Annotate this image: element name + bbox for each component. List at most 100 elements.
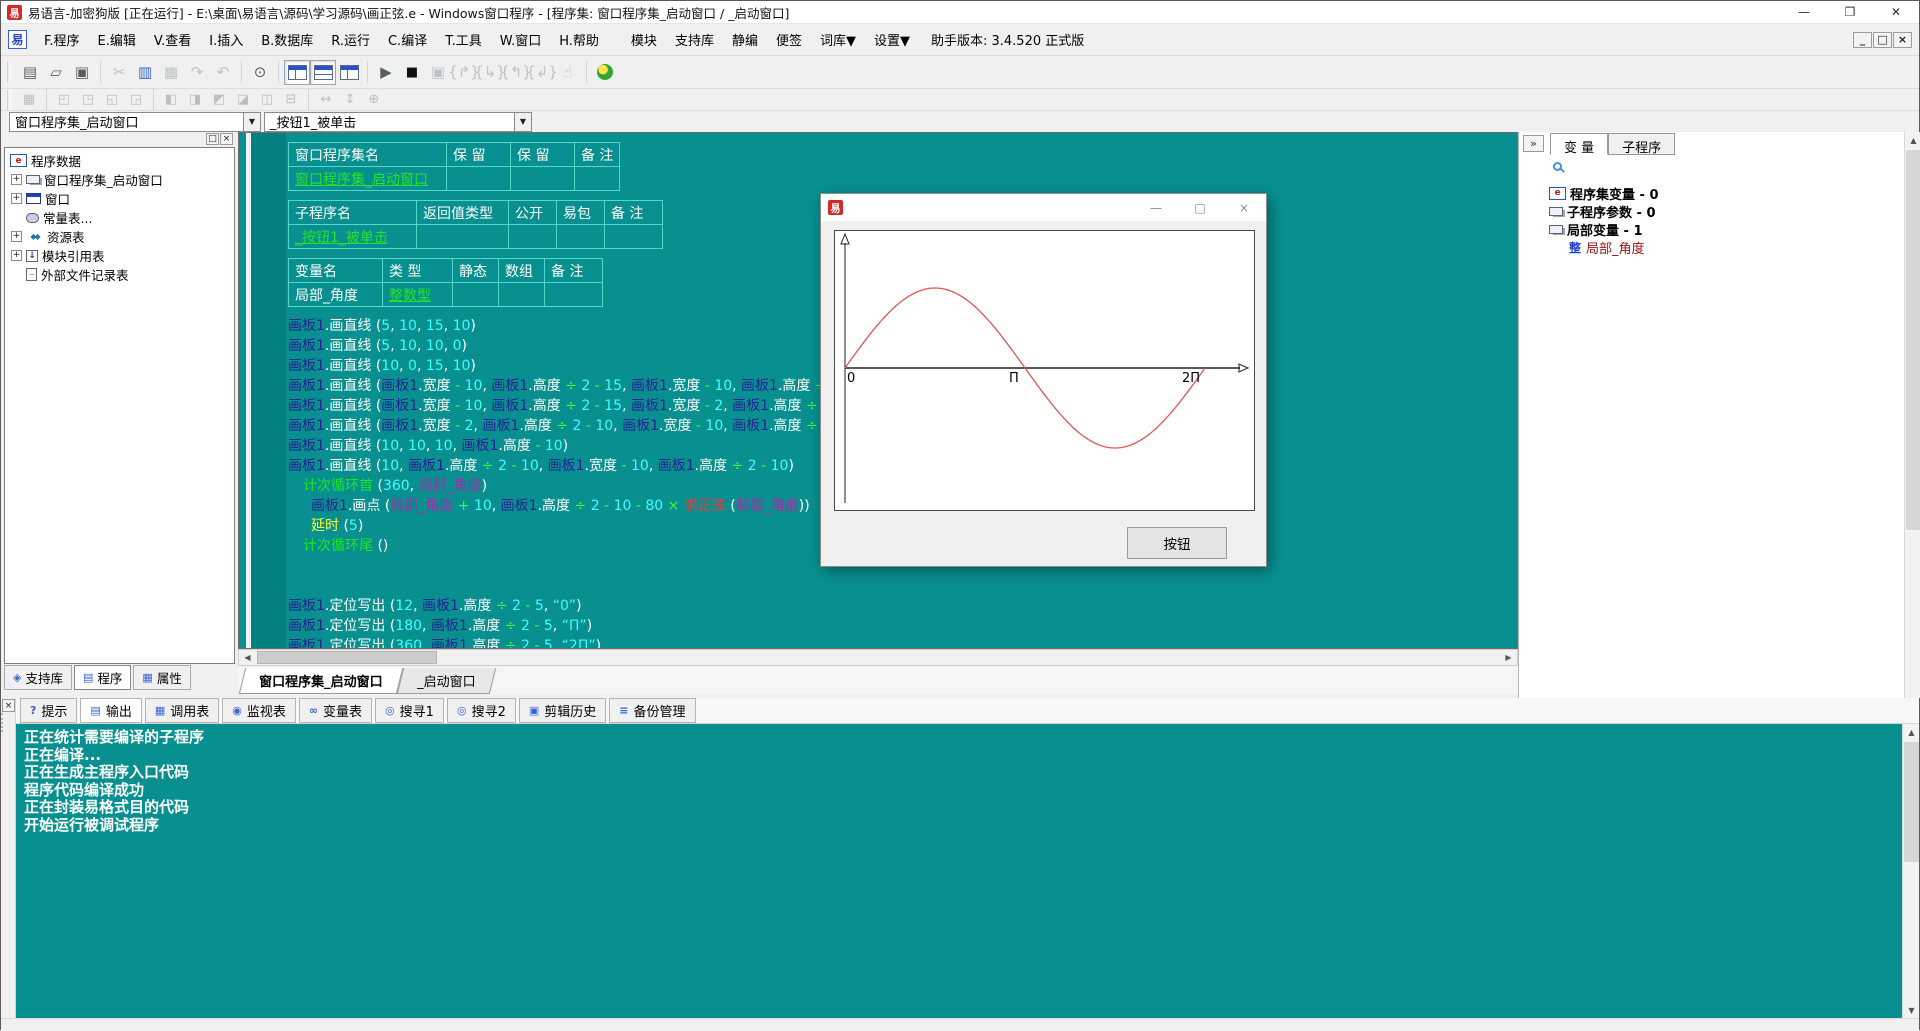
editor-horizontal-scrollbar[interactable]: ◀ ▶ <box>238 649 1518 666</box>
layout-left-panel-icon[interactable] <box>284 60 310 85</box>
scroll-down-icon[interactable]: ▼ <box>1903 1002 1920 1018</box>
panel-close-button[interactable]: × <box>220 133 233 145</box>
menu-item[interactable]: W.窗口 <box>491 26 551 53</box>
expander-icon[interactable]: + <box>11 193 22 204</box>
table-cell[interactable] <box>417 225 509 249</box>
scrollbar-thumb[interactable] <box>257 651 437 664</box>
drag-handle[interactable] <box>1 713 3 732</box>
file-tab[interactable]: 窗口程序集_启动窗口 <box>239 668 403 694</box>
panel-float-button[interactable]: □ <box>206 133 219 145</box>
panel-tab[interactable]: 子程序 <box>1608 133 1675 155</box>
table-cell[interactable]: 局部_角度 <box>289 283 383 307</box>
copy-icon[interactable]: ▥ <box>132 60 158 85</box>
left-tab[interactable]: ◈支持库 <box>4 665 72 690</box>
bottom-tab[interactable]: ◎搜寻2 <box>447 698 516 723</box>
scroll-right-icon[interactable]: ▶ <box>1500 650 1517 665</box>
output-scrollbar[interactable]: ▲ ▼ <box>1902 724 1919 1018</box>
scrollbar-thumb[interactable] <box>1906 150 1920 530</box>
center-horizontal-icon[interactable]: ◧ <box>159 90 183 109</box>
run-window[interactable]: 易 — □ × 0 Π 2Π 按钮 <box>820 193 1267 567</box>
cut-icon[interactable]: ✂ <box>106 60 132 85</box>
toolbar-grip[interactable] <box>7 90 11 110</box>
table-cell[interactable] <box>545 283 603 307</box>
new-file-icon[interactable]: ▤ <box>17 60 43 85</box>
open-file-icon[interactable]: ▱ <box>43 60 69 85</box>
debug-window-icon[interactable]: ▣ <box>425 60 451 85</box>
tree-item[interactable]: +窗口 <box>5 189 234 208</box>
left-tab[interactable]: ▦属性 <box>133 665 190 690</box>
paste-icon[interactable]: ▦ <box>158 60 184 85</box>
chevron-down-icon[interactable]: ▼ <box>243 113 260 131</box>
variable-tree-item[interactable]: 整局部_角度 <box>1549 238 1899 256</box>
align-left-icon[interactable]: ◰ <box>52 90 76 109</box>
run-icon[interactable]: ▶ <box>373 60 399 85</box>
menu-item[interactable]: R.运行 <box>322 26 379 53</box>
fit-height-icon[interactable]: ↕ <box>338 90 362 109</box>
menu-item[interactable]: C.编译 <box>379 26 436 53</box>
table-cell[interactable] <box>509 225 557 249</box>
mdi-minimize-button[interactable]: _ <box>1853 32 1872 48</box>
space-evenly-h-icon[interactable]: ◩ <box>207 90 231 109</box>
make-same-height-icon[interactable]: ⊟ <box>279 90 303 109</box>
bottom-tab[interactable]: ∞变量表 <box>299 698 372 723</box>
mdi-restore-button[interactable]: □ <box>1873 32 1892 48</box>
expander-icon[interactable]: + <box>11 250 22 261</box>
bottom-tab[interactable]: ▦调用表 <box>145 698 219 723</box>
file-tab[interactable]: _启动窗口 <box>396 668 495 694</box>
tree-item[interactable]: 常量表... <box>5 208 234 227</box>
menu-item[interactable]: 设置▼ <box>865 26 919 53</box>
bottom-tab[interactable]: ▤输出 <box>80 698 141 723</box>
menu-item[interactable]: T.工具 <box>436 26 491 53</box>
table-cell[interactable]: 整数型 <box>383 283 453 307</box>
variable-tree-item[interactable]: 程序集变量 - 0 <box>1549 184 1899 202</box>
menu-item[interactable]: F.程序 <box>35 26 89 53</box>
assistant-icon[interactable] <box>592 60 618 85</box>
scroll-up-icon[interactable]: ▲ <box>1905 132 1920 148</box>
table-cell[interactable] <box>605 225 663 249</box>
tree-item-program-data[interactable]: 程序数据 <box>5 151 234 170</box>
variable-tree-item[interactable]: 局部变量 - 1 <box>1549 220 1899 238</box>
table-cell[interactable]: 窗口程序集_启动窗口 <box>289 167 447 191</box>
code-line[interactable]: ↓+»画板1.定位写出 (360, 画板1.高度 ÷ 2 - 5, “2Π”) <box>288 636 1517 648</box>
step-into-icon[interactable]: {↳} <box>477 60 503 85</box>
minimize-button[interactable]: — <box>1134 194 1178 221</box>
panel-tab[interactable]: 变 量 <box>1550 133 1608 155</box>
menu-item[interactable]: 便签 <box>767 26 811 53</box>
center-vertical-icon[interactable]: ◨ <box>183 90 207 109</box>
table-cell[interactable] <box>557 225 605 249</box>
align-top-icon[interactable]: ◱ <box>100 90 124 109</box>
fit-size-icon[interactable]: ⊕ <box>362 90 386 109</box>
bottom-tab[interactable]: ≡备份管理 <box>609 698 695 723</box>
chevron-down-icon[interactable]: ▼ <box>514 113 531 131</box>
menu-item[interactable]: 词库▼ <box>811 26 865 53</box>
redo-icon[interactable]: ↷ <box>184 60 210 85</box>
variables-scrollbar[interactable]: ▲ <box>1904 132 1920 698</box>
maximize-button[interactable]: □ <box>1178 194 1222 221</box>
table-cell[interactable] <box>453 283 499 307</box>
menu-item[interactable]: 静编 <box>723 26 767 53</box>
step-over-icon[interactable]: {↱} <box>451 60 477 85</box>
bottom-tab[interactable]: ▣剪辑历史 <box>519 698 606 723</box>
menu-item[interactable]: 模块 <box>622 26 666 53</box>
subroutine-combobox[interactable]: _按钮1_被单击 ▼ <box>264 112 532 132</box>
fit-width-icon[interactable]: ↔ <box>314 90 338 109</box>
minimize-button[interactable]: — <box>1781 1 1827 24</box>
table-cell[interactable] <box>575 167 620 191</box>
variable-tree-item[interactable]: 子程序参数 - 0 <box>1549 202 1899 220</box>
table-cell[interactable] <box>511 167 575 191</box>
menu-item[interactable]: 支持库 <box>666 26 723 53</box>
code-line[interactable]: »画板1.定位写出 (180, 画板1.高度 ÷ 2 - 5, “Π”) <box>288 616 1517 636</box>
tree-item[interactable]: +资源表 <box>5 227 234 246</box>
close-button[interactable]: ✕ <box>1873 1 1919 24</box>
layout-bottom-panel-icon[interactable] <box>310 60 336 85</box>
panel-collapse-button[interactable]: » <box>1523 135 1544 152</box>
space-evenly-v-icon[interactable]: ◪ <box>231 90 255 109</box>
layout-right-panel-icon[interactable] <box>336 60 362 85</box>
align-right-icon[interactable]: ◳ <box>76 90 100 109</box>
variable-search[interactable] <box>1553 162 1562 171</box>
undo-icon[interactable]: ↶ <box>210 60 236 85</box>
make-same-width-icon[interactable]: ◫ <box>255 90 279 109</box>
save-icon[interactable]: ▣ <box>69 60 95 85</box>
expander-icon[interactable]: + <box>11 174 22 185</box>
stop-icon[interactable]: ■ <box>399 60 425 85</box>
